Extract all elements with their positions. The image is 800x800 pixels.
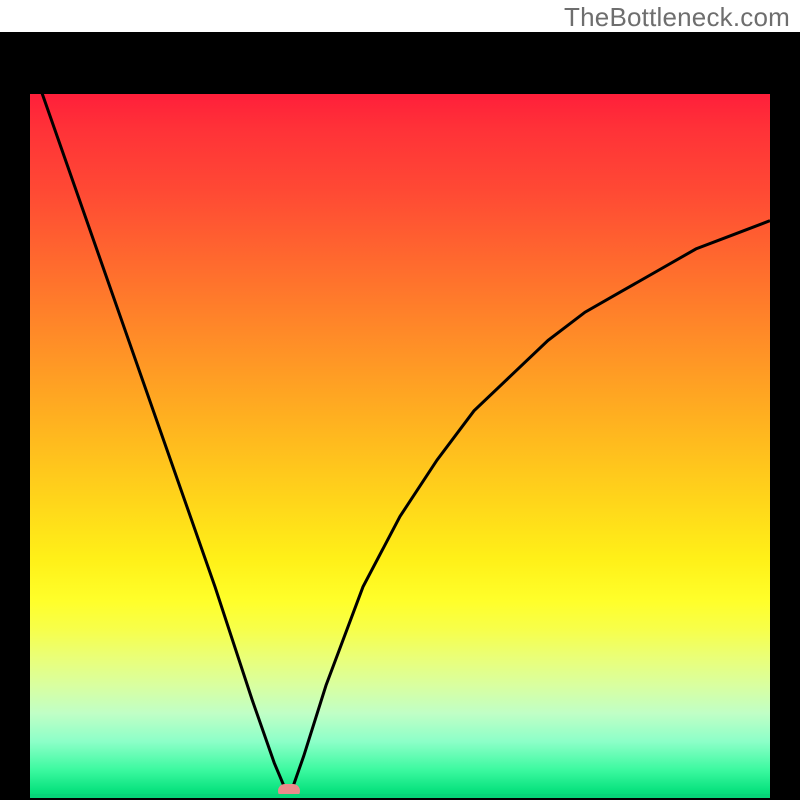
curve-path [30, 94, 770, 798]
green-baseline-strip [30, 794, 770, 798]
watermark-text: TheBottleneck.com [564, 2, 790, 33]
outer-black-border [0, 32, 800, 800]
plot-area [30, 94, 770, 798]
chart-frame: TheBottleneck.com [0, 0, 800, 800]
bottleneck-curve [30, 94, 770, 798]
